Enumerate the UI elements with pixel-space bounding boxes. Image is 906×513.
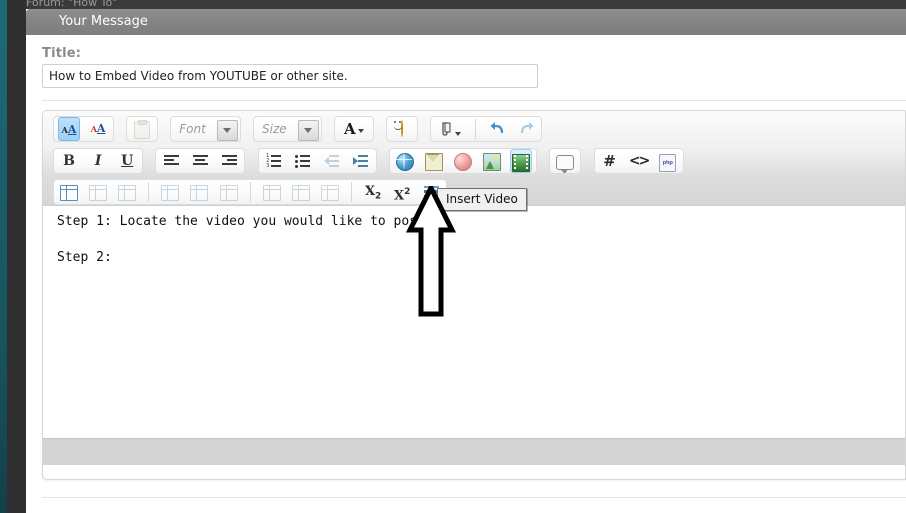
left-dark-rail [7, 0, 26, 513]
align-right-icon[interactable] [218, 149, 240, 173]
merge-cells-icon[interactable] [188, 180, 210, 204]
toolbar-separator [351, 182, 353, 202]
toolbar-group-spellcheck: AA AA [53, 116, 115, 142]
breadcrumb: Forum: "How To" [26, 0, 118, 9]
redo-icon[interactable] [515, 117, 537, 141]
insert-quote-icon[interactable] [554, 149, 576, 173]
insert-column-right-icon[interactable] [290, 180, 312, 204]
insert-row-icon[interactable] [159, 180, 181, 204]
divider-bottom [42, 497, 906, 498]
window-edge-accent-strip [0, 0, 7, 513]
indent-icon[interactable] [350, 149, 372, 173]
delete-table-icon[interactable] [116, 180, 138, 204]
insert-column-left-icon[interactable] [261, 180, 283, 204]
toolbar-separator [475, 119, 477, 139]
paste-from-word-icon[interactable] [131, 117, 153, 141]
title-input[interactable]: How to Embed Video from YOUTUBE or other… [42, 64, 538, 88]
insert-video-tooltip: Insert Video [437, 188, 527, 211]
font-family-dropdown[interactable]: Font [173, 117, 238, 141]
subscript-icon[interactable]: X2 [362, 180, 384, 204]
toolbar-group-emoticon [385, 116, 418, 142]
toolbar-group-paste [126, 116, 159, 142]
insert-email-icon[interactable] [423, 149, 445, 173]
toolbar-separator [148, 182, 150, 202]
text-color-label: A [344, 120, 356, 138]
insert-link-icon[interactable] [394, 149, 416, 173]
panel-title: Your Message [59, 14, 148, 29]
toolbar-group-style: B I U [53, 148, 144, 174]
editor-status-bar [43, 438, 905, 465]
align-left-icon[interactable] [160, 149, 182, 173]
toolbar-separator [249, 182, 251, 202]
title-label: Title: [42, 46, 82, 61]
editor-text-area[interactable]: Step 1: Locate the video you would like … [43, 206, 905, 438]
toolbar-row-2: B I U 1 2 3 # <> php [53, 148, 691, 176]
bullet-list-icon[interactable] [292, 149, 314, 173]
unlink-icon[interactable] [452, 149, 474, 173]
editor-body-line-2: Step 2: [57, 250, 112, 265]
insert-php-icon[interactable]: php [657, 149, 679, 173]
forum-breadcrumb-bar: Forum: "How To" [26, 0, 906, 9]
toolbar-row-3: X2 X2 [53, 179, 454, 207]
toolbar-group-align [155, 148, 246, 174]
chevron-down-icon[interactable] [216, 120, 238, 141]
toolbar-group-font-size: Size [253, 116, 322, 142]
paperclip-icon [442, 122, 451, 136]
editor-body-line-1: Step 1: Locate the video you would like … [57, 214, 433, 229]
outdent-icon[interactable] [321, 149, 343, 173]
toolbar-group-attach-history [430, 116, 543, 142]
toolbar-group-text-color: A [333, 116, 374, 142]
your-message-panel-header: Your Message [26, 9, 906, 35]
italic-icon[interactable]: I [87, 149, 109, 173]
insert-image-icon[interactable] [481, 149, 503, 173]
redo-arrow-icon [520, 122, 534, 134]
bold-icon[interactable]: B [58, 149, 80, 173]
chevron-down-icon[interactable] [455, 131, 462, 136]
delete-column-icon[interactable] [319, 180, 341, 204]
font-size-dropdown[interactable]: Size [256, 117, 319, 141]
toolbar-group-code: # <> php [593, 148, 684, 174]
toolbar-row-1: AA AA Font Size A [53, 116, 549, 144]
insert-code-icon[interactable]: <> [628, 149, 650, 173]
chevron-down-icon[interactable] [357, 128, 364, 133]
insert-hash-icon[interactable]: # [599, 149, 621, 173]
attachment-dropdown[interactable] [435, 117, 465, 141]
text-color-dropdown[interactable]: A [339, 117, 369, 141]
toolbar-group-font-family: Font [170, 116, 241, 142]
toolbar-group-quote [549, 148, 582, 174]
emoticon-icon[interactable] [391, 117, 413, 141]
rich-text-editor: AA AA Font Size A B I U 1 2 3 # <> php X… [42, 110, 906, 480]
align-center-icon[interactable] [189, 149, 211, 173]
insert-table-icon[interactable] [58, 180, 80, 204]
chevron-down-icon[interactable] [297, 120, 319, 141]
toolbar-group-insert-media [388, 148, 538, 174]
undo-arrow-icon [490, 122, 503, 134]
numbered-list-icon[interactable]: 123 [263, 149, 285, 173]
split-cell-icon[interactable] [218, 180, 240, 204]
remove-format-icon[interactable]: AA [87, 117, 109, 141]
divider-top [42, 100, 906, 101]
insert-video-icon[interactable] [510, 149, 533, 173]
toggle-source-icon[interactable]: AA [58, 117, 80, 141]
toolbar-group-table: X2 X2 [53, 179, 448, 205]
font-family-label: Font [179, 122, 206, 136]
table-properties-icon[interactable] [87, 180, 109, 204]
font-size-label: Size [262, 122, 287, 136]
toolbar-group-lists: 123 [257, 148, 377, 174]
undo-icon[interactable] [486, 117, 508, 141]
underline-icon[interactable]: U [116, 149, 138, 173]
superscript-icon[interactable]: X2 [391, 180, 413, 204]
